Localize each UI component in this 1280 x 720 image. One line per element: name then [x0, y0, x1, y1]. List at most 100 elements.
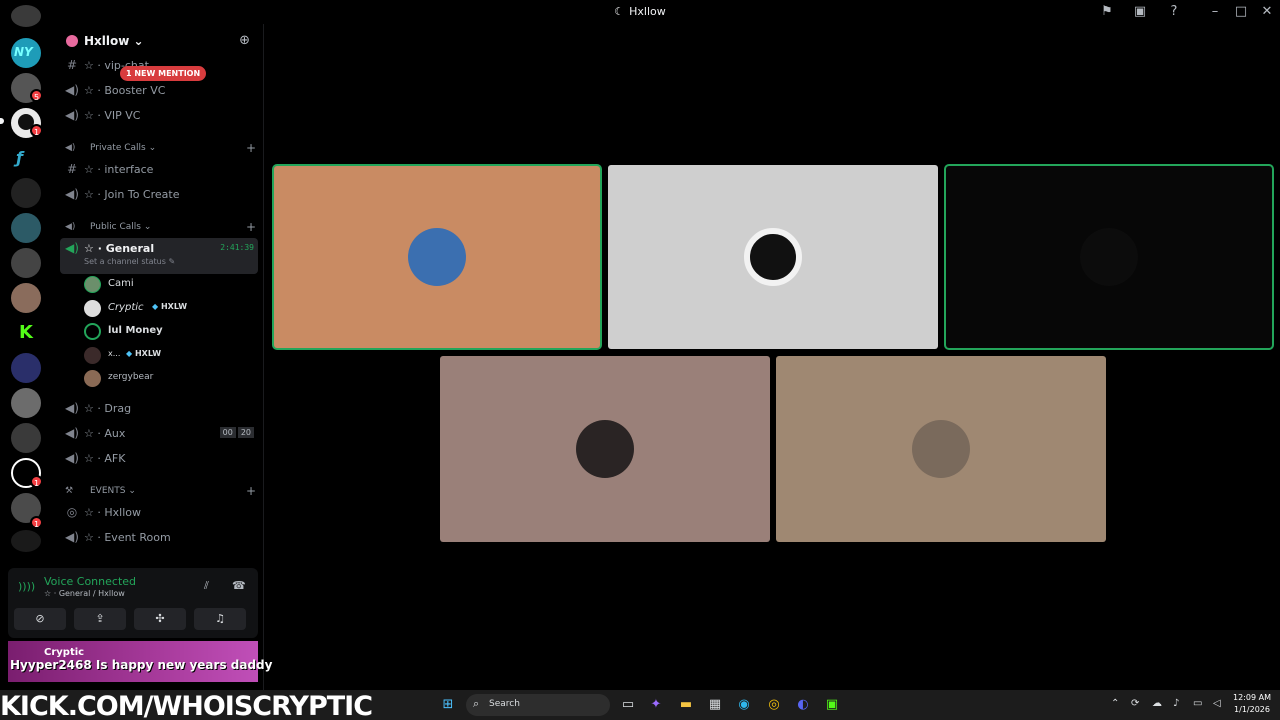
add-channel-button[interactable]: +	[246, 220, 256, 234]
avatar	[84, 300, 101, 317]
discord-icon[interactable]: ◐	[794, 696, 812, 714]
voice-user[interactable]: Cami	[84, 274, 254, 294]
channel-event-room[interactable]: ◀) ☆ · Event Room	[60, 527, 258, 549]
voice-location: ☆ · General / Hxllow	[44, 589, 125, 598]
category-events[interactable]: ⚒ EVENTS ⌄ +	[60, 484, 258, 500]
tray-chevron-icon[interactable]: ⌃	[1111, 698, 1119, 709]
minimize-button[interactable]: –	[1207, 4, 1223, 20]
camera-button[interactable]: ⊘	[14, 608, 66, 630]
stage-channel-icon: ◎	[66, 505, 78, 519]
close-button[interactable]: ✕	[1259, 4, 1275, 20]
server-icon-kick[interactable]: K	[11, 318, 41, 348]
mention-badge: 1	[30, 475, 43, 488]
activities-button[interactable]: ✣	[134, 608, 186, 630]
voice-user[interactable]: x... ◆ HXLW	[84, 345, 254, 365]
file-explorer-icon[interactable]: ▬	[677, 696, 695, 714]
avatar	[84, 347, 101, 364]
server-icon[interactable]	[11, 213, 41, 243]
video-tile[interactable]	[776, 356, 1106, 542]
mention-badge: 5	[30, 89, 43, 102]
add-channel-button[interactable]: +	[246, 141, 256, 155]
add-channel-button[interactable]: +	[246, 484, 256, 498]
title-bar: ☾ Hxllow ⚑ ▣ ? – □ ✕	[0, 0, 1280, 24]
call-timer: 2:41:39	[220, 243, 254, 252]
voice-user[interactable]: zergybear	[84, 368, 254, 388]
window-title: ☾ Hxllow	[614, 5, 666, 18]
clock[interactable]: 12:09 AM 1/1/2026	[1231, 692, 1273, 716]
voice-user[interactable]: lul Money	[84, 321, 254, 341]
channel-join-to-create[interactable]: ◀) ☆ · Join To Create	[60, 184, 258, 206]
server-icon[interactable]	[11, 353, 41, 383]
voice-connected-panel: )))) Voice Connected ☆ · General / Hxllo…	[8, 568, 258, 638]
server-icon[interactable]	[11, 5, 41, 27]
app-icon[interactable]: ▣	[823, 696, 841, 714]
avatar	[84, 323, 101, 340]
channel-hxllow-stage[interactable]: ◎ ☆ · Hxllow	[60, 502, 258, 524]
chrome-icon[interactable]: ◎	[765, 696, 783, 714]
mention-badge: 1	[30, 516, 43, 529]
tray-display-icon[interactable]: ▭	[1193, 698, 1202, 709]
share-screen-button[interactable]: ⇪	[74, 608, 126, 630]
new-mention-badge[interactable]: 1 NEW MENTION	[120, 66, 207, 81]
user-avatar	[408, 228, 466, 286]
task-view-icon[interactable]: ▭	[619, 696, 637, 714]
maximize-button[interactable]: □	[1233, 4, 1249, 20]
unread-pill	[0, 118, 4, 124]
server-icon[interactable]	[11, 178, 41, 208]
screen-share-icon[interactable]: ▣	[1132, 4, 1148, 20]
help-icon[interactable]: ?	[1166, 4, 1182, 20]
voice-channel-icon: ◀)	[65, 426, 79, 440]
voice-user[interactable]: Cryptic ◆ HXLW	[84, 298, 254, 318]
tray-cloud-icon[interactable]: ☁	[1152, 698, 1162, 709]
tray-volume-icon[interactable]: ◁	[1213, 698, 1221, 709]
voice-category-icon: ◀)	[65, 143, 76, 153]
category-private-calls[interactable]: ◀) Private Calls ⌄ +	[60, 141, 258, 157]
soundboard-button[interactable]: ♫	[194, 608, 246, 630]
user-avatar	[576, 420, 634, 478]
search-icon: ⌕	[473, 697, 480, 710]
video-tile[interactable]	[946, 166, 1272, 348]
channel-status[interactable]: Set a channel status ✎	[84, 257, 175, 266]
windows-start-icon[interactable]: ⊞	[439, 696, 457, 714]
server-icon[interactable]: ƒ	[11, 143, 41, 173]
user-avatar	[744, 228, 802, 286]
server-icon[interactable]	[11, 248, 41, 278]
taskbar-search[interactable]: ⌕ Search	[466, 694, 610, 716]
server-icon[interactable]	[11, 423, 41, 453]
video-tile[interactable]	[608, 165, 938, 349]
server-icon[interactable]	[11, 530, 41, 552]
voice-channel-icon: ◀)	[65, 187, 79, 201]
channel-vip-vc[interactable]: ◀) ☆ · VIP VC	[60, 105, 258, 127]
channel-general[interactable]: ◀) ☆ · General Set a channel status ✎ 2:…	[60, 238, 258, 274]
voice-channel-icon: ◀)	[65, 451, 79, 465]
avatar	[84, 276, 101, 293]
channel-interface[interactable]: # ☆ · interface	[60, 159, 258, 181]
channel-afk[interactable]: ◀) ☆ · AFK	[60, 448, 258, 470]
server-icon-ny[interactable]: NY	[11, 38, 41, 68]
disconnect-icon[interactable]: ☎	[232, 579, 246, 592]
server-icon[interactable]	[11, 283, 41, 313]
signal-icon[interactable]: ))))	[18, 580, 36, 598]
channel-booster-vc[interactable]: ◀) ☆ · Booster VC	[60, 80, 258, 102]
invite-people-icon[interactable]: ⊕	[239, 33, 250, 48]
guild-icon	[66, 35, 78, 47]
voice-channel-icon: ◀)	[65, 401, 79, 415]
edge-icon[interactable]: ◉	[735, 696, 753, 714]
taskbar: KICK.COM/WHOISCRYPTIC ⊞ ⌕ Search ▭ ✦ ▬ ▦…	[0, 690, 1280, 720]
video-tile[interactable]	[274, 166, 600, 348]
inbox-flag-icon[interactable]: ⚑	[1099, 4, 1115, 20]
voice-status[interactable]: Voice Connected	[44, 575, 136, 588]
channel-aux[interactable]: ◀) ☆ · Aux 00 20	[60, 423, 258, 445]
user-limit: 00 20	[218, 427, 254, 438]
guild-header[interactable]: Hxllow ⌄ ⊕	[54, 24, 264, 58]
store-icon[interactable]: ▦	[706, 696, 724, 714]
server-tag: ◆ HXLW	[126, 349, 162, 358]
tray-app-icon[interactable]: ⟳	[1131, 698, 1139, 709]
noise-suppression-icon[interactable]: ⫽	[204, 579, 209, 593]
server-icon[interactable]	[11, 388, 41, 418]
video-tile[interactable]	[440, 356, 770, 542]
channel-drag[interactable]: ◀) ☆ · Drag	[60, 398, 258, 420]
category-public-calls[interactable]: ◀) Public Calls ⌄ +	[60, 220, 258, 236]
tray-mic-icon[interactable]: ♪	[1173, 698, 1179, 709]
copilot-icon[interactable]: ✦	[647, 696, 665, 714]
